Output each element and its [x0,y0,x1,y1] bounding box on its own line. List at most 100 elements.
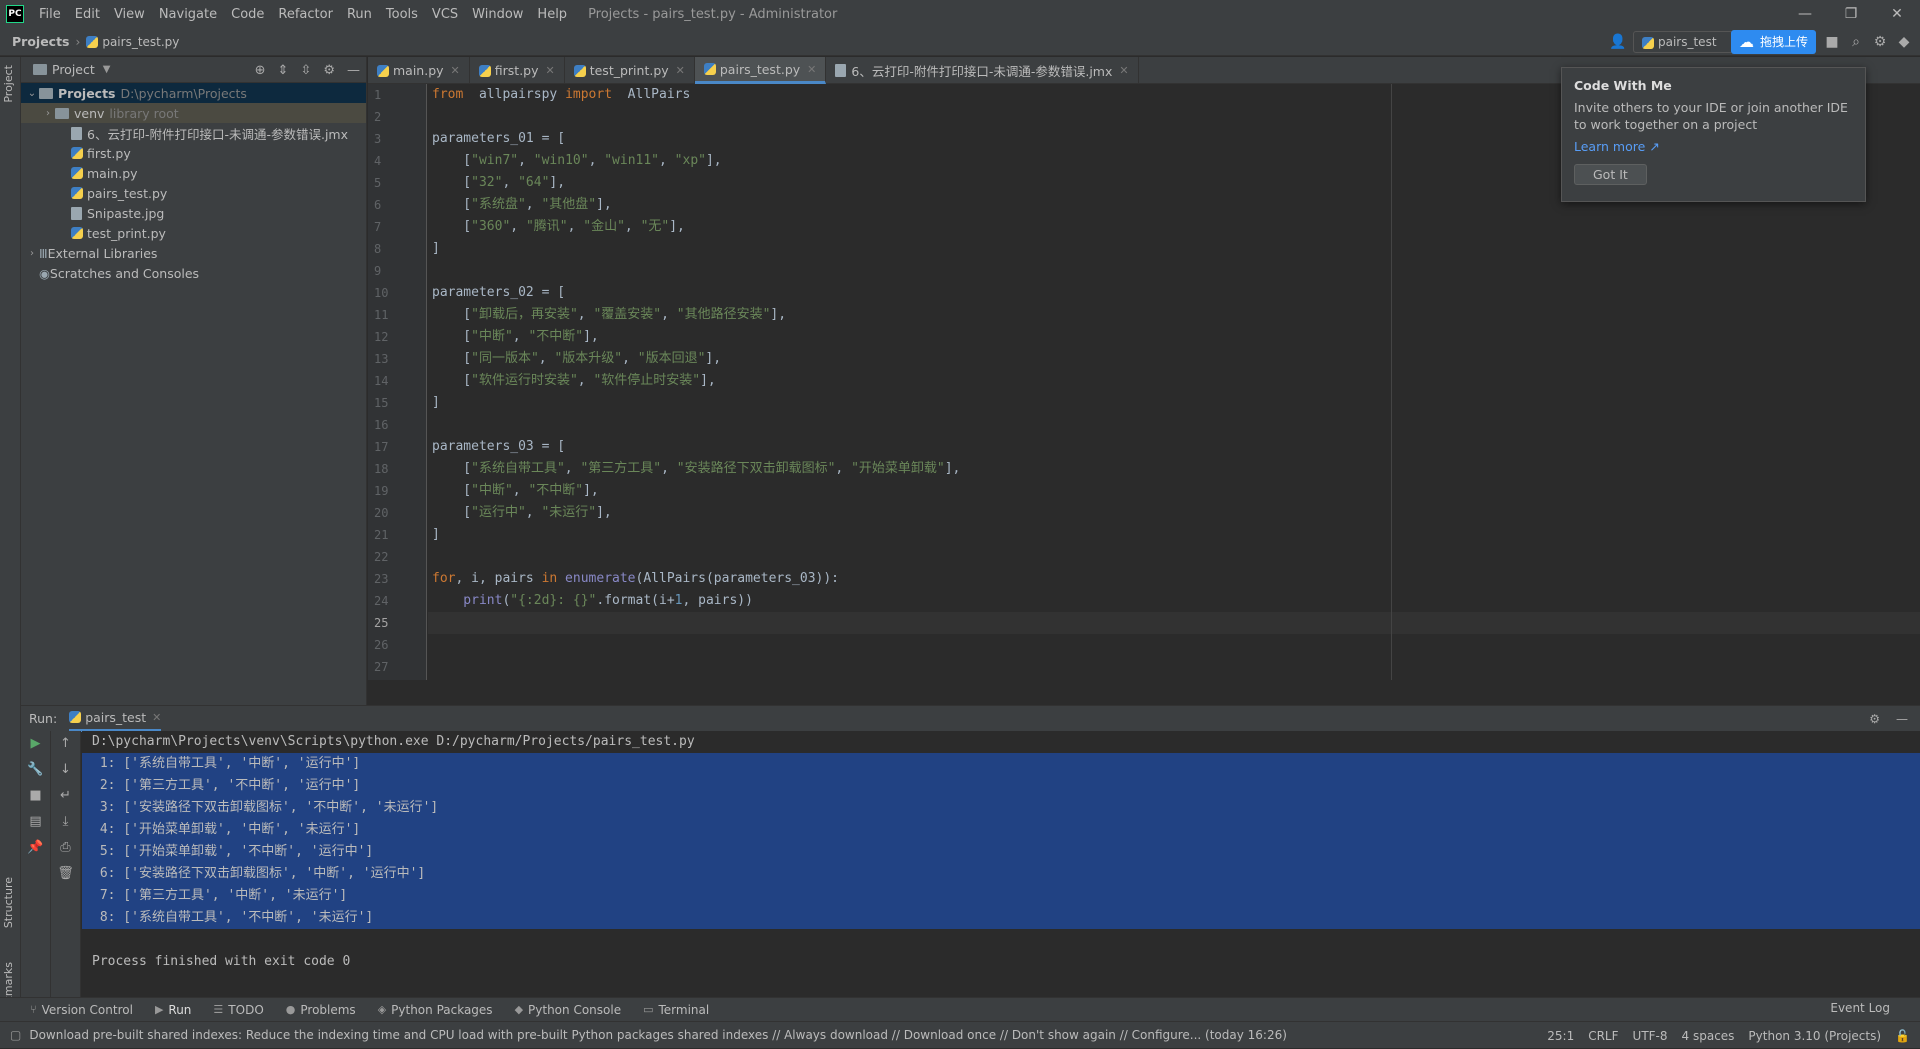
breadcrumb-root[interactable]: Projects [12,34,70,49]
stop-icon[interactable]: ■ [21,783,50,809]
code-line[interactable]: ["系统自带工具", "第三方工具", "安装路径下双击卸载图标", "开始菜单… [428,458,1920,480]
python-interpreter[interactable]: Python 3.10 (Projects) [1748,1029,1881,1043]
tree-item[interactable]: first.py [21,143,366,163]
menu-item[interactable]: VCS [425,7,465,22]
tree-item[interactable]: ⌄ Projects D:\pycharm\Projects [21,83,366,103]
tree-item[interactable]: ◉ Scratches and Consoles [21,263,366,283]
stop-icon[interactable]: ■ [1824,34,1840,50]
menu-item[interactable]: Refactor [271,7,340,22]
close-icon[interactable]: ✕ [451,64,460,77]
hide-icon[interactable]: — [1896,712,1908,726]
search-icon[interactable]: ⌕ [1848,34,1864,50]
layout-icon[interactable]: ▤ [21,809,50,835]
plugin-icon[interactable]: ◆ [1896,34,1912,50]
gear-icon[interactable]: ⚙ [1869,712,1880,726]
scroll-to-end-icon[interactable]: ⤓ [51,809,80,835]
structure-tool-button[interactable]: Structure [2,877,15,928]
tree-item[interactable]: 6、云打印-附件打印接口-未调通-参数错误.jmx [21,123,366,143]
chevron-right-icon[interactable]: › [41,108,55,119]
project-tool-button[interactable]: Project [2,65,15,103]
collapse-all-icon[interactable]: ⇳ [300,63,311,78]
gear-icon[interactable]: ⚙ [1872,34,1888,50]
editor-tab[interactable]: 6、云打印-附件打印接口-未调通-参数错误.jmx ✕ [826,57,1139,84]
code-line[interactable] [428,414,1920,436]
tree-item[interactable]: main.py [21,163,366,183]
expand-all-icon[interactable]: ⇕ [278,63,289,78]
trash-icon[interactable]: 🗑 [51,861,80,887]
menu-item[interactable]: View [107,7,152,22]
got-it-button[interactable]: Got It [1574,164,1647,185]
code-line[interactable]: ["中断", "不中断"], [428,326,1920,348]
code-line[interactable] [428,546,1920,568]
bottom-tab[interactable]: ⑂ Version Control [30,1003,133,1017]
caret-position[interactable]: 25:1 [1547,1029,1574,1043]
chevron-down-icon[interactable]: ⌄ [25,88,39,99]
up-arrow-icon[interactable]: ↑ [51,731,80,757]
user-icon[interactable]: 👤 [1609,34,1626,50]
code-line[interactable]: ["同一版本", "版本升级", "版本回退"], [428,348,1920,370]
menu-item[interactable]: Tools [379,7,425,22]
down-arrow-icon[interactable]: ↓ [51,757,80,783]
close-icon[interactable]: ✕ [546,64,555,77]
tree-item[interactable]: pairs_test.py [21,183,366,203]
wrench-icon[interactable]: 🔧 [21,757,50,783]
menu-item[interactable]: Help [530,7,574,22]
bottom-tab[interactable]: ◈ Python Packages [378,1003,493,1017]
pycharm-logo-icon[interactable]: PC [6,5,24,23]
run-console[interactable]: D:\pycharm\Projects\venv\Scripts\python.… [82,731,1920,997]
menu-item[interactable]: Navigate [152,7,224,22]
code-line[interactable]: parameters_03 = [ [428,436,1920,458]
file-encoding[interactable]: UTF-8 [1633,1029,1668,1043]
code-line[interactable] [428,260,1920,282]
pin-icon[interactable]: 📌 [21,835,50,861]
code-line[interactable]: ["中断", "不中断"], [428,480,1920,502]
upload-button[interactable]: ☁ 拖拽上传 [1730,30,1816,54]
code-line[interactable] [428,634,1920,656]
status-message[interactable]: Download pre-built shared indexes: Reduc… [29,1028,1287,1042]
code-line[interactable]: ["360", "腾讯", "金山", "无"], [428,216,1920,238]
print-icon[interactable]: ⎙ [51,835,80,861]
event-log-button[interactable]: Event Log [1830,1001,1890,1015]
editor-tab[interactable]: pairs_test.py ✕ [694,57,827,84]
tree-item[interactable]: Snipaste.jpg [21,203,366,223]
breadcrumb-file[interactable]: pairs_test.py [102,35,179,49]
bottom-tab[interactable]: ▭ Terminal [643,1003,709,1017]
menu-item[interactable]: Code [224,7,271,22]
restore-button[interactable]: ❐ [1828,0,1874,28]
menu-item[interactable]: File [32,7,68,22]
lock-icon[interactable]: 🔓 [1895,1029,1910,1043]
hide-icon[interactable]: — [347,63,360,78]
bottom-tab[interactable]: ▶ Run [155,1003,191,1017]
minimize-button[interactable]: — [1782,0,1828,28]
menu-item[interactable]: Window [465,7,530,22]
tree-item[interactable]: test_print.py [21,223,366,243]
project-panel-title[interactable]: Project [52,62,95,77]
chevron-down-icon[interactable]: ▼ [103,64,111,75]
editor-tab[interactable]: main.py ✕ [368,57,470,84]
tree-item[interactable]: › Ⅲ External Libraries [21,243,366,263]
code-line[interactable]: ] [428,524,1920,546]
close-button[interactable]: ✕ [1874,0,1920,28]
code-line[interactable]: ] [428,392,1920,414]
code-line[interactable]: parameters_02 = [ [428,282,1920,304]
code-line[interactable]: ] [428,238,1920,260]
bottom-tab[interactable]: ● Problems [286,1003,356,1017]
learn-more-link[interactable]: Learn more ↗ [1574,139,1853,154]
editor-tab[interactable]: test_print.py ✕ [565,57,695,84]
close-icon[interactable]: ✕ [676,64,685,77]
code-line[interactable]: ["运行中", "未运行"], [428,502,1920,524]
code-line[interactable]: ["软件运行时安装", "软件停止时安装"], [428,370,1920,392]
code-line[interactable] [428,656,1920,678]
line-separator[interactable]: CRLF [1588,1029,1618,1043]
menu-item[interactable]: Edit [68,7,107,22]
soft-wrap-icon[interactable]: ↵ [51,783,80,809]
rerun-icon[interactable]: ▶ [21,731,50,757]
code-line[interactable]: ["卸载后，再安装", "覆盖安装", "其他路径安装"], [428,304,1920,326]
close-icon[interactable]: ✕ [152,711,161,724]
code-line[interactable]: for, i, pairs in enumerate(AllPairs(para… [428,568,1920,590]
code-line[interactable]: print("{:2d}: {}".format(i+1, pairs)) [428,590,1920,612]
bottom-tab[interactable]: ☰ TODO [213,1003,263,1017]
gear-icon[interactable]: ⚙ [323,63,335,78]
bottom-tab[interactable]: ◆ Python Console [515,1003,622,1017]
close-icon[interactable]: ✕ [1119,64,1128,77]
